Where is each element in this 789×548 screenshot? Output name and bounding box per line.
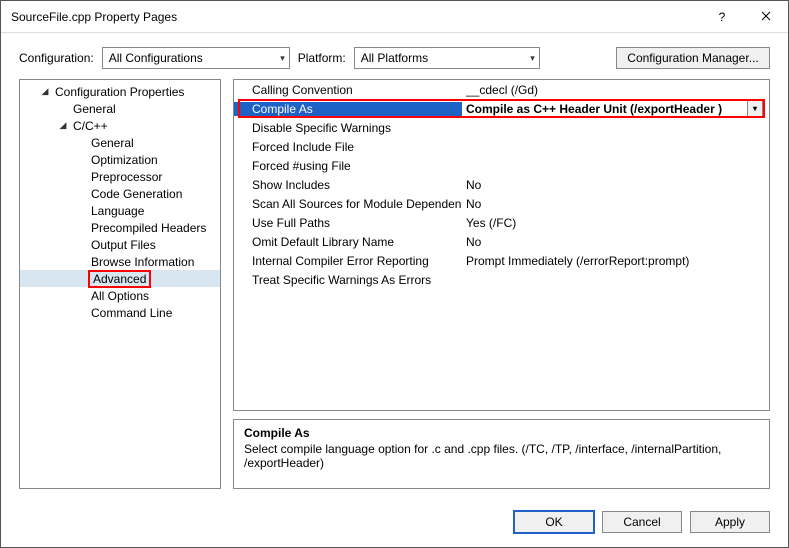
tree-node-cpp-preprocessor[interactable]: Preprocessor bbox=[20, 168, 220, 185]
right-column: Calling Convention __cdecl (/Gd) Compile… bbox=[233, 79, 770, 489]
grid-row[interactable]: Forced #using File bbox=[234, 156, 769, 175]
config-row: Configuration: All Configurations ▾ Plat… bbox=[1, 33, 788, 79]
cancel-button[interactable]: Cancel bbox=[602, 511, 682, 533]
tree-node-cpp[interactable]: ◢ C/C++ bbox=[20, 117, 220, 134]
description-panel: Compile As Select compile language optio… bbox=[233, 419, 770, 489]
window-title: SourceFile.cpp Property Pages bbox=[11, 10, 700, 24]
tree-node-cpp-optimization[interactable]: Optimization bbox=[20, 151, 220, 168]
tree-node-configuration-properties[interactable]: ◢ Configuration Properties bbox=[20, 83, 220, 100]
grid-row[interactable]: Forced Include File bbox=[234, 137, 769, 156]
ok-button[interactable]: OK bbox=[514, 511, 594, 533]
description-body: Select compile language option for .c an… bbox=[244, 442, 759, 470]
configuration-label: Configuration: bbox=[19, 51, 94, 65]
grid-row[interactable]: Treat Specific Warnings As Errors bbox=[234, 270, 769, 289]
grid-row[interactable]: Show IncludesNo bbox=[234, 175, 769, 194]
main-area: ◢ Configuration Properties General ◢ C/C… bbox=[1, 79, 788, 501]
tree-node-cpp-browse-information[interactable]: Browse Information bbox=[20, 253, 220, 270]
grid-row[interactable]: Scan All Sources for Module Dependencies… bbox=[234, 194, 769, 213]
dropdown-button[interactable]: ▾ bbox=[747, 100, 763, 117]
description-heading: Compile As bbox=[244, 426, 759, 440]
grid-row-compile-as[interactable]: Compile As Compile as C++ Header Unit (/… bbox=[234, 99, 769, 118]
tree-node-cpp-precompiled-headers[interactable]: Precompiled Headers bbox=[20, 219, 220, 236]
apply-button[interactable]: Apply bbox=[690, 511, 770, 533]
tree-node-cpp-language[interactable]: Language bbox=[20, 202, 220, 219]
dialog-footer: OK Cancel Apply bbox=[1, 501, 788, 547]
tree-node-cpp-general[interactable]: General bbox=[20, 134, 220, 151]
close-icon bbox=[761, 10, 771, 24]
tree-node-cpp-output-files[interactable]: Output Files bbox=[20, 236, 220, 253]
grid-row[interactable]: Internal Compiler Error ReportingPrompt … bbox=[234, 251, 769, 270]
tree-node-cpp-all-options[interactable]: All Options bbox=[20, 287, 220, 304]
triangle-down-icon: ◢ bbox=[42, 86, 49, 97]
configuration-manager-button[interactable]: Configuration Manager... bbox=[616, 47, 770, 69]
grid-row[interactable]: Disable Specific Warnings bbox=[234, 118, 769, 137]
platform-combo[interactable]: All Platforms ▾ bbox=[354, 47, 540, 69]
tree-node-cpp-command-line[interactable]: Command Line bbox=[20, 304, 220, 321]
titlebar: SourceFile.cpp Property Pages ? bbox=[1, 1, 788, 33]
nav-tree[interactable]: ◢ Configuration Properties General ◢ C/C… bbox=[19, 79, 221, 489]
help-icon: ? bbox=[719, 10, 726, 24]
property-grid[interactable]: Calling Convention __cdecl (/Gd) Compile… bbox=[233, 79, 770, 411]
configuration-value: All Configurations bbox=[109, 51, 203, 65]
chevron-down-icon: ▾ bbox=[530, 53, 535, 64]
chevron-down-icon: ▾ bbox=[280, 53, 285, 64]
tree-node-general[interactable]: General bbox=[20, 100, 220, 117]
platform-value: All Platforms bbox=[361, 51, 428, 65]
grid-row[interactable]: Omit Default Library NameNo bbox=[234, 232, 769, 251]
platform-label: Platform: bbox=[298, 51, 346, 65]
tree-node-cpp-code-generation[interactable]: Code Generation bbox=[20, 185, 220, 202]
property-pages-dialog: SourceFile.cpp Property Pages ? Configur… bbox=[0, 0, 789, 548]
configuration-combo[interactable]: All Configurations ▾ bbox=[102, 47, 290, 69]
grid-row[interactable]: Calling Convention __cdecl (/Gd) bbox=[234, 80, 769, 99]
triangle-down-icon: ◢ bbox=[60, 120, 67, 131]
chevron-down-icon: ▾ bbox=[753, 104, 757, 113]
grid-row[interactable]: Use Full PathsYes (/FC) bbox=[234, 213, 769, 232]
tree-node-cpp-advanced[interactable]: Advanced bbox=[20, 270, 220, 287]
help-button[interactable]: ? bbox=[700, 1, 744, 33]
close-button[interactable] bbox=[744, 1, 788, 33]
